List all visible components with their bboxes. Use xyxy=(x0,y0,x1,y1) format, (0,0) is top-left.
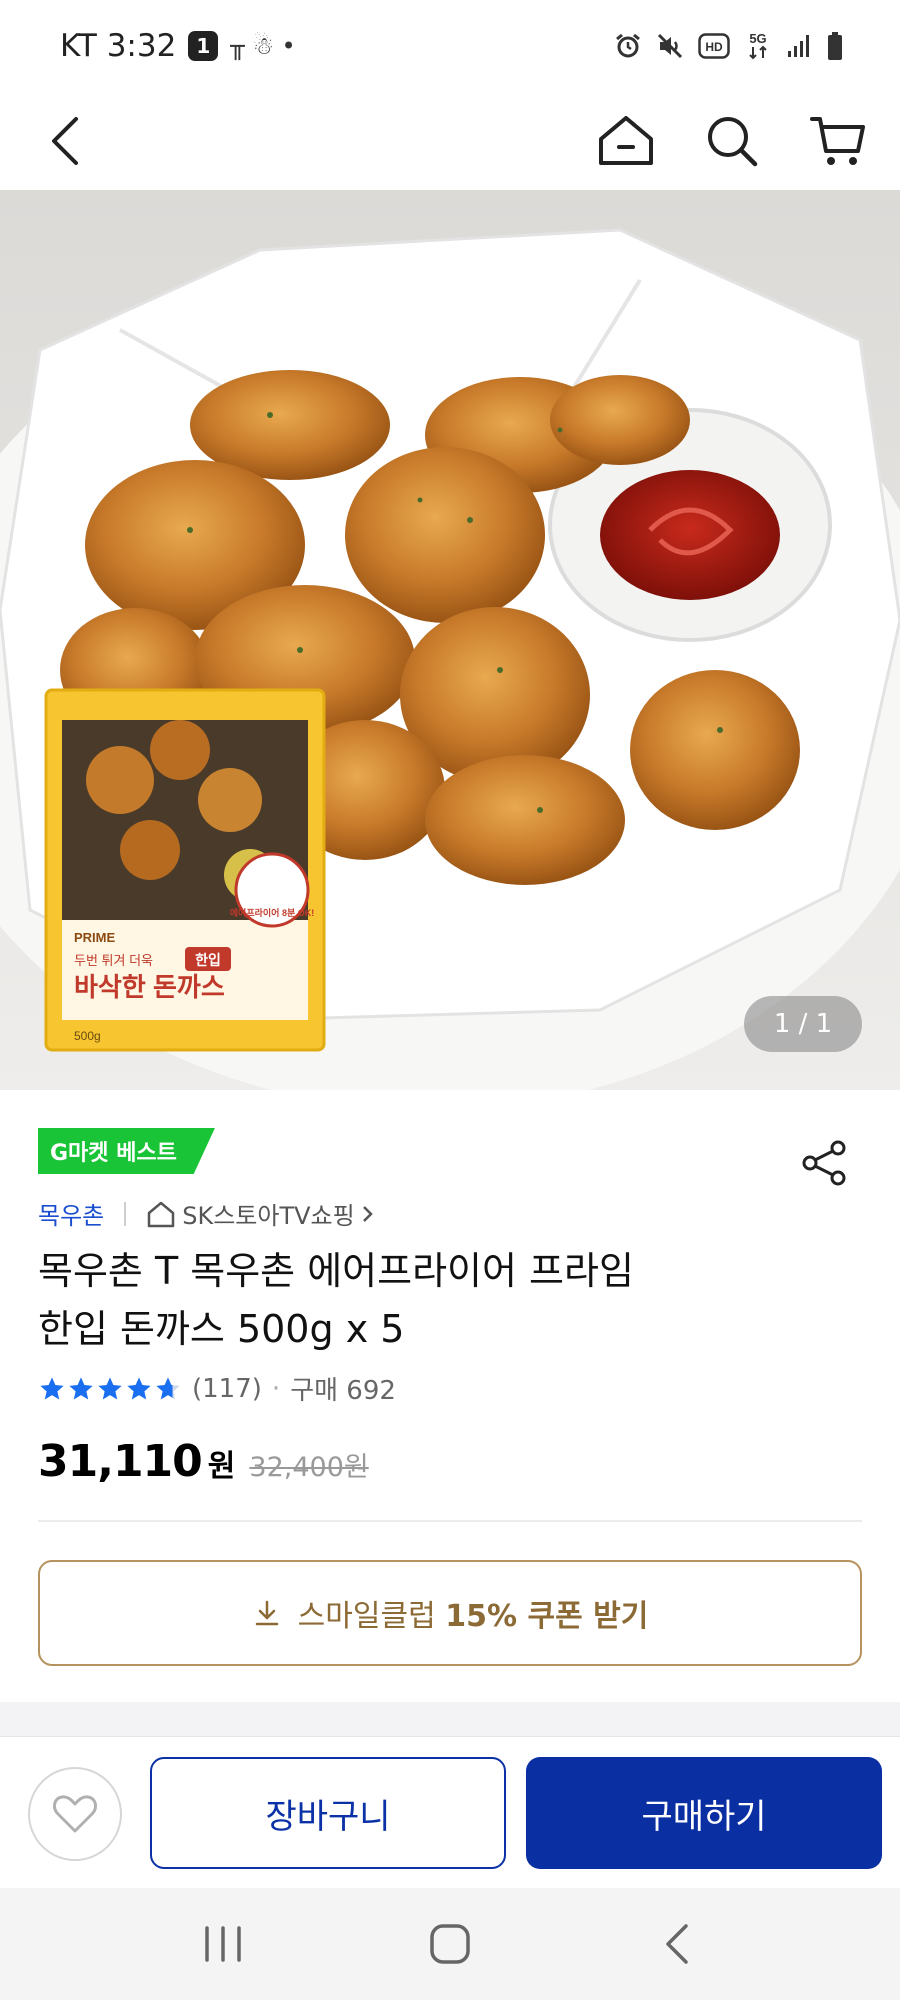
heart-icon xyxy=(53,1795,97,1833)
price-row: 31,110 원 32,400원 xyxy=(38,1436,369,1487)
hd-voice-icon: HD xyxy=(698,33,730,59)
chevron-right-icon xyxy=(362,1205,373,1222)
store-link[interactable]: SK스토아TV쇼핑 xyxy=(146,1196,374,1231)
section-gap xyxy=(0,1702,900,1736)
star-icon xyxy=(127,1376,151,1399)
divider xyxy=(38,1520,862,1522)
network-label: 5G xyxy=(749,31,766,46)
sale-price: 31,110 xyxy=(38,1436,203,1487)
product-title-line2: 한입 돈까스 500g x 5 xyxy=(38,1307,405,1351)
system-home-button[interactable] xyxy=(410,1904,490,1984)
signal-icon xyxy=(788,35,809,57)
add-to-cart-button[interactable]: 장바구니 xyxy=(150,1757,506,1869)
system-navigation-bar xyxy=(0,1888,900,2000)
best-badge: G마켓 베스트 xyxy=(38,1128,215,1174)
purchase-count: 구매 692 xyxy=(290,1376,396,1406)
brand-link[interactable]: 목우촌 xyxy=(38,1196,104,1231)
coupon-download-button[interactable]: 스마일클럽 15% 쿠폰 받기 xyxy=(38,1560,862,1666)
package-badge: 한입 xyxy=(195,952,221,968)
home-button[interactable] xyxy=(594,109,658,173)
top-nav xyxy=(0,92,900,190)
back-button[interactable] xyxy=(34,109,98,173)
half-star-icon xyxy=(156,1376,180,1399)
system-back-button[interactable] xyxy=(637,1904,717,1984)
star-icon xyxy=(69,1376,93,1399)
product-image-carousel[interactable]: PRIME 두번 튀겨 더욱 한입 바삭한 돈까스 에어프라이어 8분 OK! … xyxy=(0,190,900,1090)
product-package: PRIME 두번 튀겨 더욱 한입 바삭한 돈까스 에어프라이어 8분 OK! … xyxy=(44,688,326,1052)
product-photo: PRIME 두번 튀겨 더욱 한입 바삭한 돈까스 에어프라이어 8분 OK! … xyxy=(0,190,900,1090)
status-left: KT 3:32 1 ╥ ☃ • xyxy=(60,28,296,64)
seller-row: 목우촌 SK스토아TV쇼핑 xyxy=(38,1196,375,1231)
coupon-label-strong: 15% 쿠폰 받기 xyxy=(445,1599,649,1634)
package-name: 바삭한 돈까스 xyxy=(74,972,225,1002)
package-brand: PRIME xyxy=(74,930,116,945)
cart-button[interactable] xyxy=(806,109,870,173)
home-icon xyxy=(599,116,653,165)
recent-apps-icon xyxy=(205,1926,242,1962)
price-unit: 원 xyxy=(207,1449,236,1484)
share-icon xyxy=(802,1140,846,1186)
product-title: 목우촌 T 목우촌 에어프라이어 프라임 한입 돈까스 500g x 5 xyxy=(38,1242,838,1358)
rating-row[interactable]: (117) · 구매 692 xyxy=(38,1370,396,1407)
bottom-action-bar: 장바구니 구매하기 xyxy=(0,1736,900,1888)
battery-icon xyxy=(828,32,842,60)
store-name: SK스토아TV쇼핑 xyxy=(182,1202,355,1230)
rating-separator: · xyxy=(271,1373,281,1404)
package-tagline: 두번 튀겨 더욱 xyxy=(74,953,153,968)
wishlist-button[interactable] xyxy=(28,1767,122,1861)
alarm-icon xyxy=(616,33,640,58)
rating-stars xyxy=(38,1375,182,1403)
carrier-time: KT 3:32 xyxy=(60,28,177,64)
back-icon xyxy=(52,117,78,165)
status-right: HD 5G xyxy=(614,30,844,62)
system-back-icon xyxy=(665,1924,688,1964)
search-icon xyxy=(708,117,758,167)
download-icon xyxy=(255,1600,278,1626)
package-airfryer-badge: 에어프라이어 8분 OK! xyxy=(230,907,314,918)
coupon-label-prefix: 스마일클럽 xyxy=(297,1599,436,1634)
search-button[interactable] xyxy=(700,109,764,173)
original-price: 32,400원 xyxy=(249,1452,369,1483)
share-button[interactable] xyxy=(800,1138,850,1188)
notification-count-badge: 1 xyxy=(188,31,219,61)
package-weight: 500g xyxy=(74,1029,101,1043)
nav-actions xyxy=(594,109,870,173)
5g-icon: 5G xyxy=(749,31,767,60)
product-title-line1: 목우촌 T 목우촌 에어프라이어 프라임 xyxy=(38,1249,634,1293)
star-icon xyxy=(40,1376,64,1399)
system-home-icon xyxy=(430,1924,470,1964)
store-home-icon xyxy=(148,1201,175,1227)
status-bar: KT 3:32 1 ╥ ☃ • HD 5G xyxy=(0,0,900,92)
hd-label: HD xyxy=(705,40,723,54)
seller-divider xyxy=(124,1201,127,1226)
product-info: G마켓 베스트 목우촌 SK스토아TV쇼핑 목우촌 T 목우촌 에어프라이어 프… xyxy=(0,1090,900,1702)
notification-glyphs: ╥ ☃ • xyxy=(230,32,296,60)
review-count: (117) xyxy=(192,1373,262,1404)
recent-apps-button[interactable] xyxy=(183,1904,263,1984)
mute-icon xyxy=(657,33,683,59)
buy-now-button[interactable]: 구매하기 xyxy=(526,1757,882,1869)
star-icon xyxy=(98,1376,122,1399)
cart-icon xyxy=(810,117,865,165)
image-counter: 1 / 1 xyxy=(744,996,862,1052)
